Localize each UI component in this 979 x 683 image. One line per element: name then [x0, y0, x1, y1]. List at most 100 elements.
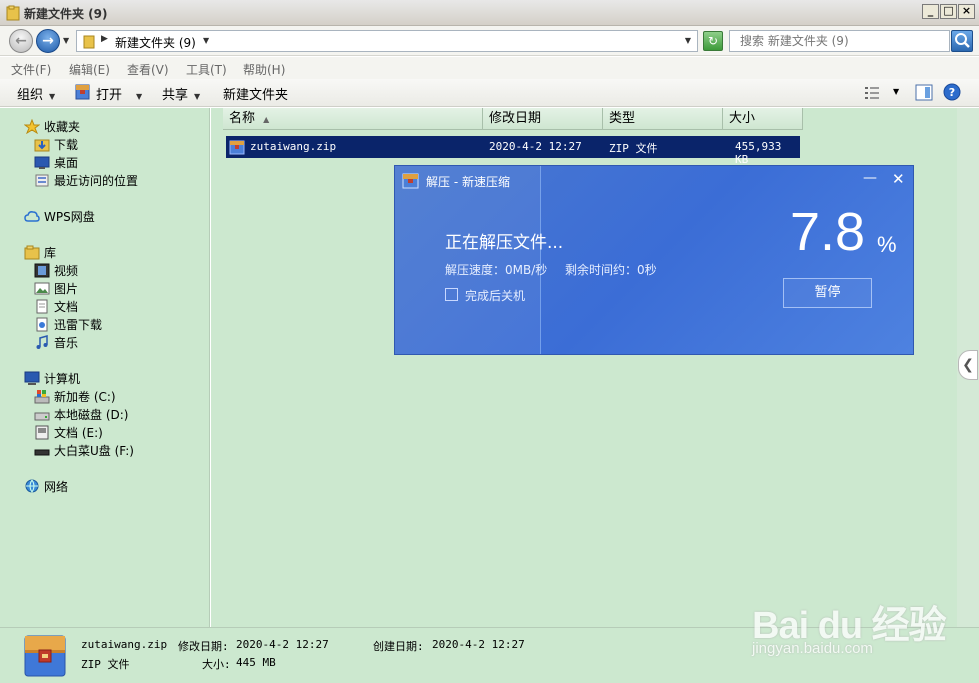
breadcrumb-arrow-icon[interactable]: ▶ — [101, 34, 108, 44]
search-input[interactable] — [730, 31, 949, 51]
share-label: 共享 — [162, 88, 189, 103]
search-button[interactable] — [951, 30, 973, 52]
menu-edit[interactable]: 编辑(E) — [69, 61, 110, 78]
details-modified-label: 修改日期: — [178, 640, 229, 653]
navigation-pane: 收藏夹 下载 桌面 最近访问的位置 WPS网盘 库 视频 图片 文档 迅雷下载 … — [0, 108, 210, 627]
refresh-icon: ↻ — [707, 34, 719, 48]
desktop-icon — [34, 156, 50, 169]
xunlei-folder-icon — [36, 317, 48, 331]
file-type: ZIP 文件 — [609, 142, 658, 155]
minimize-button[interactable]: _ — [922, 4, 939, 19]
preview-pane-icon[interactable] — [915, 84, 933, 101]
nav-videos[interactable]: 视频 — [34, 261, 78, 279]
help-icon[interactable]: ? — [943, 83, 961, 101]
back-button[interactable]: ← — [9, 29, 33, 53]
history-dropdown-icon[interactable]: ▼ — [63, 36, 69, 45]
share-button[interactable]: 共享 ▼ — [162, 84, 200, 103]
address-dropdown-icon[interactable]: ▼ — [685, 36, 691, 45]
chevron-down-icon: ▼ — [49, 92, 56, 101]
nav-downloads-label: 下载 — [54, 137, 79, 152]
nav-music-label: 音乐 — [54, 335, 79, 350]
archive-icon — [75, 84, 90, 100]
column-name-label: 名称 — [229, 111, 256, 126]
close-button[interactable]: × — [958, 4, 975, 19]
view-dropdown-icon[interactable]: ▼ — [893, 87, 899, 96]
column-type-label: 类型 — [609, 111, 636, 126]
details-created-label: 创建日期: — [373, 640, 424, 653]
column-date-label: 修改日期 — [489, 111, 542, 126]
column-type[interactable]: 类型 — [603, 108, 723, 130]
downloads-folder-icon — [34, 139, 50, 151]
sort-ascending-icon: ▲ — [263, 115, 270, 124]
file-name: zutaiwang.zip — [250, 140, 337, 153]
zip-archive-icon — [229, 140, 245, 155]
nav-network[interactable]: 网络 — [24, 477, 68, 495]
nav-drive-d[interactable]: 本地磁盘 (D:) — [34, 405, 128, 423]
new-folder-button[interactable]: 新建文件夹 — [223, 84, 288, 103]
shutdown-checkbox[interactable] — [445, 288, 458, 301]
nav-network-label: 网络 — [44, 479, 69, 494]
dialog-close-button[interactable]: ✕ — [892, 170, 905, 188]
details-size-value: 445 MB — [236, 656, 276, 669]
nav-desktop-label: 桌面 — [54, 155, 79, 170]
nav-computer[interactable]: 计算机 — [24, 369, 80, 387]
percent-sign: % — [877, 232, 897, 257]
collapse-panel-button[interactable]: ❮ — [958, 350, 978, 380]
library-icon — [24, 245, 40, 259]
breadcrumb-current[interactable]: 新建文件夹 (9) — [115, 34, 196, 51]
nav-xunlei[interactable]: 迅雷下载 — [34, 315, 102, 333]
nav-wps-drive[interactable]: WPS网盘 — [24, 207, 95, 225]
menu-help[interactable]: 帮助(H) — [243, 61, 285, 78]
menu-bar: 文件(F) 编辑(E) 查看(V) 工具(T) 帮助(H) — [0, 57, 979, 79]
file-row[interactable]: zutaiwang.zip 2020-4-2 12:27 ZIP 文件 455,… — [226, 136, 800, 166]
shutdown-checkbox-label[interactable]: 完成后关机 — [465, 287, 525, 304]
breadcrumb-dropdown-icon[interactable]: ▼ — [203, 36, 209, 45]
search-field[interactable] — [729, 30, 950, 52]
nav-videos-label: 视频 — [54, 263, 79, 278]
pause-button[interactable]: 暂停 — [783, 278, 872, 308]
nav-drive-d-label: 本地磁盘 (D:) — [54, 407, 129, 422]
nav-libraries[interactable]: 库 — [24, 243, 56, 261]
view-details-icon[interactable] — [864, 86, 880, 100]
menu-view[interactable]: 查看(V) — [127, 61, 169, 78]
nav-favorites[interactable]: 收藏夹 — [24, 117, 80, 135]
nav-wps-label: WPS网盘 — [44, 209, 95, 224]
organize-button[interactable]: 组织 ▼ — [17, 84, 55, 103]
nav-drive-c[interactable]: 新加卷 (C:) — [34, 387, 116, 405]
archive-app-icon — [402, 173, 419, 189]
cloud-icon — [24, 210, 40, 222]
nav-drive-f[interactable]: 大白菜U盘 (F:) — [34, 441, 134, 459]
nav-documents[interactable]: 文档 — [34, 297, 78, 315]
nav-drive-e[interactable]: 文档 (E:) — [34, 423, 103, 441]
nav-drive-c-label: 新加卷 (C:) — [54, 389, 116, 404]
column-size[interactable]: 大小 — [723, 108, 803, 130]
nav-music[interactable]: 音乐 — [34, 333, 78, 351]
column-name[interactable]: 名称 ▲ — [223, 108, 483, 130]
video-icon — [34, 263, 50, 277]
recent-places-icon — [35, 174, 49, 186]
menu-tools[interactable]: 工具(T) — [186, 61, 227, 78]
nav-pictures[interactable]: 图片 — [34, 279, 78, 297]
nav-libraries-label: 库 — [44, 245, 57, 260]
nav-desktop[interactable]: 桌面 — [34, 153, 78, 171]
maximize-button[interactable]: □ — [940, 4, 957, 19]
forward-button[interactable]: → — [36, 29, 60, 53]
dialog-minimize-button[interactable]: — — [863, 170, 877, 186]
hard-drive-icon — [34, 412, 50, 420]
column-date[interactable]: 修改日期 — [483, 108, 603, 130]
menu-file[interactable]: 文件(F) — [11, 61, 51, 78]
chevron-left-icon: ❮ — [962, 357, 974, 373]
refresh-button[interactable]: ↻ — [703, 31, 723, 51]
open-button[interactable]: 打开 ▼ — [96, 84, 142, 103]
window-title: 新建文件夹 (9) — [24, 7, 108, 21]
nav-recent[interactable]: 最近访问的位置 — [34, 171, 138, 189]
chevron-down-icon: ▼ — [136, 92, 143, 101]
document-icon — [36, 299, 48, 313]
address-field[interactable]: ▶ 新建文件夹 (9) ▼ ▼ — [76, 30, 698, 52]
nav-downloads[interactable]: 下载 — [34, 135, 78, 153]
folder-icon — [83, 35, 95, 49]
nav-pictures-label: 图片 — [54, 281, 79, 296]
file-date: 2020-4-2 12:27 — [489, 140, 582, 153]
title-bar: 新建文件夹 (9) _ □ × — [0, 0, 979, 26]
details-size-label: 大小: — [202, 658, 231, 671]
